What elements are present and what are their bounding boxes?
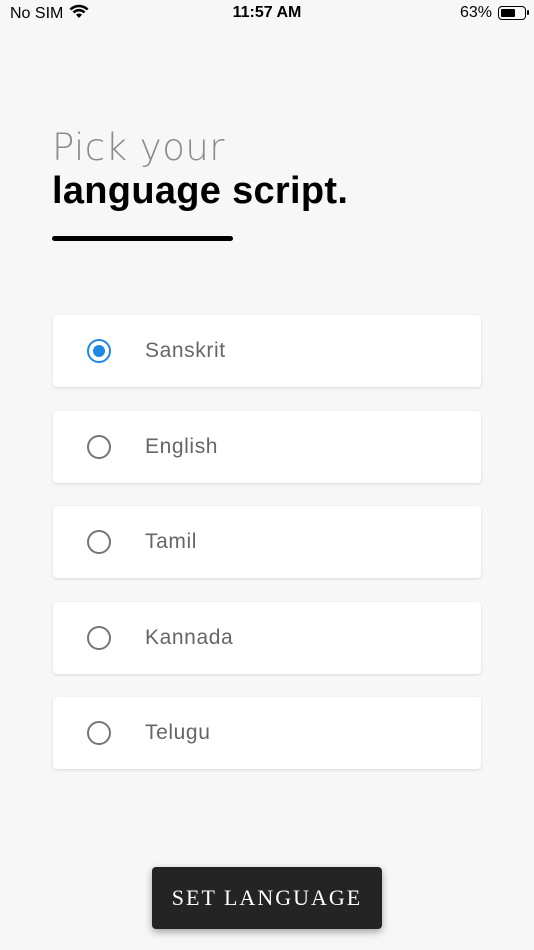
option-label: English bbox=[145, 434, 219, 458]
option-telugu[interactable]: Telugu bbox=[53, 697, 481, 769]
battery-fill bbox=[501, 9, 516, 17]
radio-sanskrit[interactable] bbox=[87, 339, 111, 363]
radio-kannada[interactable] bbox=[87, 625, 111, 650]
option-kannada[interactable]: Kannada bbox=[53, 601, 481, 674]
heading-title: language script. bbox=[52, 170, 349, 212]
clock: 11:57 AM bbox=[232, 4, 302, 21]
option-english[interactable]: English bbox=[53, 410, 481, 483]
option-label: Tamil bbox=[145, 530, 198, 553]
radio-telugu[interactable] bbox=[87, 721, 111, 745]
heading-underline bbox=[52, 236, 233, 241]
battery-percent: 63% bbox=[459, 4, 492, 21]
option-label: Sanskrit bbox=[145, 339, 226, 362]
option-label: Kannada bbox=[145, 625, 234, 649]
radio-english[interactable] bbox=[87, 434, 111, 459]
screen: No SIM 11:57 AM 63% Pick your language s… bbox=[0, 0, 534, 950]
status-bar: No SIM 11:57 AM 63% bbox=[0, 0, 534, 28]
option-sanskrit[interactable]: Sanskrit bbox=[53, 315, 481, 387]
radio-dot bbox=[93, 345, 105, 357]
option-label: Telugu bbox=[145, 721, 211, 744]
battery-icon bbox=[498, 6, 529, 20]
option-tamil[interactable]: Tamil bbox=[53, 506, 481, 578]
language-options: Sanskrit English Tamil Kannada Telugu bbox=[53, 315, 481, 793]
radio-tamil[interactable] bbox=[87, 530, 111, 554]
heading-subtitle: Pick your bbox=[52, 126, 226, 169]
status-right: 63% bbox=[459, 4, 529, 22]
set-language-button[interactable]: SET LANGUAGE bbox=[152, 867, 382, 929]
